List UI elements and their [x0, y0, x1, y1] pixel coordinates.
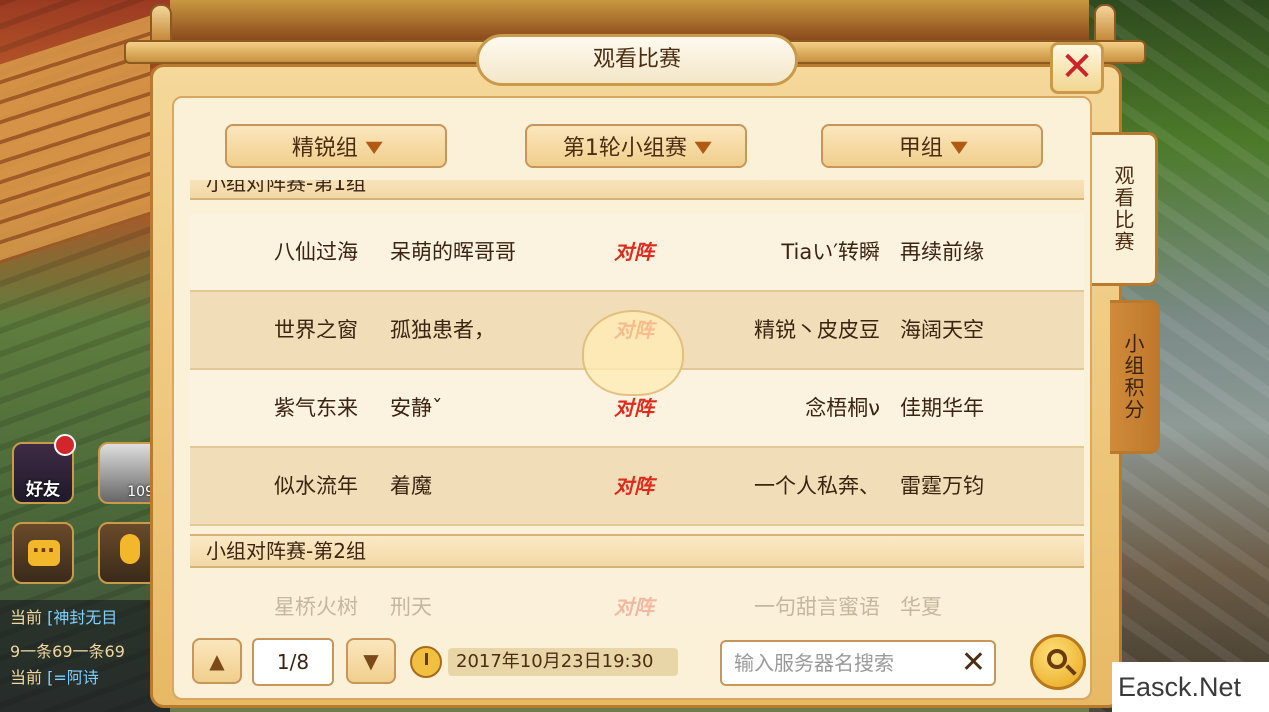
team-a-server: 八仙过海: [274, 240, 358, 264]
team-b-name: 念梧桐ν: [805, 396, 880, 420]
search-icon: [1047, 649, 1067, 669]
team-b-server: 佳期华年: [900, 396, 984, 420]
chevron-down-icon: ▼: [950, 136, 968, 156]
team-a-name: 刑天: [390, 595, 432, 619]
chat-line: 当前 [=阿诗: [10, 668, 99, 687]
chevron-down-icon: ▼: [363, 649, 379, 673]
dialog-title-plate: 观看比赛: [476, 34, 798, 86]
tier-value: 精锐组: [291, 136, 358, 161]
chat-button[interactable]: [12, 522, 74, 584]
team-a-server: 世界之窗: [274, 318, 358, 342]
close-button[interactable]: ✕: [1050, 42, 1104, 94]
team-b-server: 雷霆万钧: [900, 474, 984, 498]
chevron-down-icon: ▼: [365, 136, 383, 156]
round-dropdown[interactable]: 第1轮小组赛 ▼: [525, 124, 747, 168]
match-time: 2017年10月23日19:30: [410, 646, 680, 680]
team-a-server: 星桥火树: [274, 595, 358, 619]
page-down-button[interactable]: ▼: [346, 638, 396, 684]
tier-dropdown[interactable]: 精锐组 ▼: [225, 124, 447, 168]
vs-label: 对阵: [614, 595, 654, 619]
chat-bubble-icon: [28, 538, 60, 566]
match-row[interactable]: 似水流年 着魔 对阵 一个人私奔、 雷霆万钧: [190, 448, 1084, 526]
match-row[interactable]: 星桥火树 刑天 对阵 一句甜言蜜语 华夏: [190, 572, 1084, 624]
clear-icon[interactable]: ✕: [961, 646, 986, 680]
group-value: 甲组: [898, 136, 943, 161]
frame-finial-left: [150, 4, 172, 42]
search-icon-handle: [1065, 664, 1077, 676]
team-a-name: 安静ˇ: [390, 396, 443, 420]
team-b-server: 再续前缘: [900, 240, 984, 264]
team-a-name: 着魔: [390, 474, 432, 498]
team-b-name: 一句甜言蜜语: [754, 595, 880, 619]
friends-button[interactable]: 好友: [12, 434, 76, 504]
team-b-server: 华夏: [900, 595, 942, 619]
tab-group-score[interactable]: 小组积分: [1110, 300, 1160, 454]
team-b-name: 一个人私奔、: [754, 474, 880, 498]
team-a-server: 似水流年: [274, 474, 358, 498]
server-search-field[interactable]: ✕: [720, 640, 996, 686]
group-dropdown[interactable]: 甲组 ▼: [821, 124, 1043, 168]
team-a-server: 紫气东来: [274, 396, 358, 420]
group-header: 小组对阵赛-第1组: [190, 180, 1084, 200]
team-b-name: Tiaい′转瞬: [781, 240, 880, 264]
notification-dot: [54, 434, 76, 456]
match-list[interactable]: 小组对阵赛-第1组 八仙过海 呆萌的晖哥哥 对阵 Tiaい′转瞬 再续前缘 世界…: [190, 180, 1084, 624]
chat-line: 当前 [神封无目: [10, 608, 118, 627]
frame-finial-right: [1094, 4, 1116, 42]
dialog-title: 观看比赛: [592, 47, 681, 72]
team-b-server: 海阔天空: [900, 318, 984, 342]
tab-watch-match[interactable]: 观看比赛: [1092, 132, 1158, 286]
match-row[interactable]: 八仙过海 呆萌的晖哥哥 对阵 Tiaい′转瞬 再续前缘: [190, 214, 1084, 292]
team-a-name: 孤独患者，: [390, 318, 495, 342]
mascot-icon: [582, 310, 684, 396]
team-b-name: 精锐丶皮皮豆: [754, 318, 880, 342]
search-input[interactable]: [722, 642, 942, 684]
clock-icon: [410, 646, 442, 678]
round-value: 第1轮小组赛: [562, 136, 687, 161]
close-icon: ✕: [1060, 44, 1094, 90]
watermark: Easck.Net: [1112, 662, 1269, 712]
search-button[interactable]: [1030, 634, 1086, 690]
group-header: 小组对阵赛-第2组: [190, 534, 1084, 568]
match-time-text: 2017年10月23日19:30: [448, 648, 678, 676]
chevron-up-icon: ▲: [209, 649, 225, 673]
friends-label: 好友: [26, 480, 60, 500]
chat-line: 9一条69一条69: [10, 642, 125, 661]
vs-label: 对阵: [614, 240, 654, 264]
page-indicator: 1/8: [252, 638, 334, 686]
chat-log[interactable]: 当前 [神封无目 9一条69一条69 当前 [=阿诗: [0, 600, 170, 712]
team-a-name: 呆萌的晖哥哥: [390, 240, 516, 264]
page-up-button[interactable]: ▲: [192, 638, 242, 684]
chevron-down-icon: ▼: [694, 136, 712, 156]
vs-label: 对阵: [614, 474, 654, 498]
microphone-icon: [120, 534, 140, 564]
